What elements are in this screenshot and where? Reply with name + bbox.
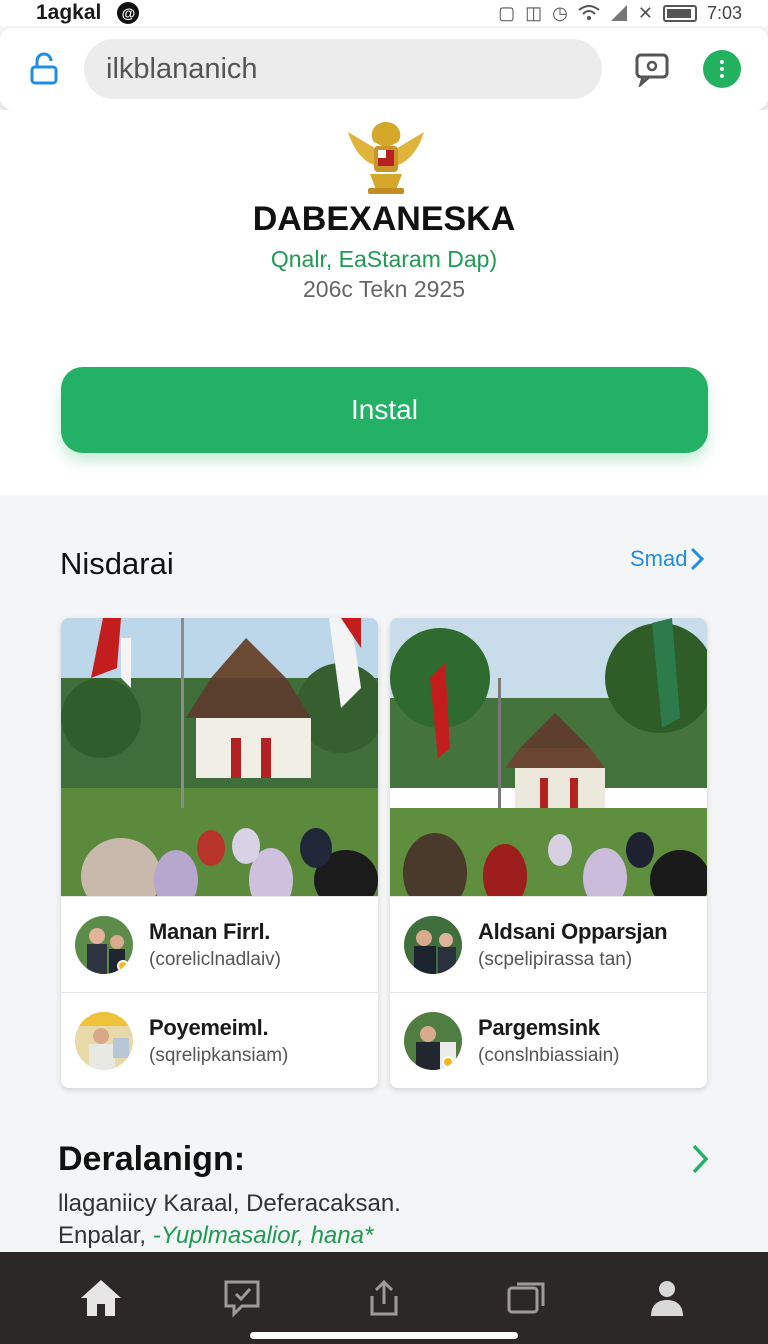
status-bar: 1agkal @ ▢ ◫ ◷ ✕ 7:03 — [0, 0, 768, 26]
online-indicator — [117, 959, 129, 972]
install-button[interactable]: Instal — [61, 367, 708, 453]
section-title: Nisdarai — [60, 546, 174, 581]
person-row[interactable]: Manan Firrl. (coreliclnadlaiv) — [61, 896, 378, 992]
feedback-icon[interactable] — [212, 1268, 272, 1328]
status-left: 1agkal @ — [36, 1, 140, 25]
event-photo — [390, 618, 707, 896]
signal-icon — [610, 5, 627, 21]
person-name: Manan Firrl. — [149, 918, 271, 944]
event-photo — [61, 618, 378, 896]
app-header: DABEXANESKA Qnalr, EaStaram Dap) 206c Te… — [0, 110, 768, 495]
carrier-label: 1agkal — [36, 1, 102, 24]
home-icon[interactable] — [71, 1268, 131, 1328]
wifi-icon — [578, 5, 600, 20]
clock: 7:03 — [706, 2, 742, 23]
person-text: Manan Firrl. (coreliclnadlaiv) — [149, 919, 281, 971]
garuda-emblem-icon — [348, 122, 424, 194]
share-icon[interactable] — [354, 1268, 414, 1328]
battery-icon — [662, 4, 697, 22]
description-title: Deralanign: — [58, 1140, 246, 1178]
app-title: DABEXANESKA — [252, 200, 516, 238]
avatar — [75, 915, 133, 974]
home-indicator — [250, 1332, 518, 1339]
chevron-right-icon[interactable] — [690, 1142, 710, 1176]
person-name: Pargemsink — [478, 1014, 600, 1040]
event-card[interactable]: Manan Firrl. (coreliclnadlaiv) Poyemeiml… — [61, 618, 378, 1088]
avatar — [75, 1011, 133, 1070]
person-row[interactable]: Poyemeiml. (sqrelipkansiam) — [61, 992, 378, 1088]
person-role: (sqrelipkansiam) — [149, 1044, 289, 1066]
description-link[interactable]: -Yuplmasalior, hana* — [153, 1222, 374, 1249]
person-name: Aldsani Opparsjan — [478, 918, 668, 944]
see-all-link[interactable]: Smad — [630, 546, 705, 572]
status-right: ▢ ◫ ◷ ✕ 7:03 — [498, 3, 742, 24]
vibrate-icon: ◫ — [525, 2, 543, 23]
chat-icon[interactable] — [634, 51, 670, 87]
browser-bar: ilkblananich — [0, 28, 768, 110]
no-sim-icon: ✕ — [637, 2, 653, 23]
chevron-right-icon — [691, 547, 705, 571]
description-text: llaganiicy Karaal, Deferacaksan. — [58, 1190, 401, 1217]
person-row[interactable]: Pargemsink (conslnbiassiain) — [390, 992, 707, 1088]
description-prefix: Enpalar, — [58, 1222, 153, 1249]
notification-icon: @ — [117, 2, 140, 24]
app-subtitle: Qnalr, EaStaram Dap) — [270, 246, 498, 272]
online-indicator — [442, 1055, 454, 1068]
dnd-icon: ▢ — [498, 2, 516, 23]
bottom-nav — [0, 1252, 768, 1344]
event-card[interactable]: Aldsani Opparsjan (scpelipirassa tan) Pa… — [390, 618, 707, 1088]
description-text-2: Enpalar, -Yuplmasalior, hana* — [58, 1222, 373, 1250]
url-field[interactable]: ilkblananich — [84, 39, 602, 99]
menu-dots-icon[interactable] — [703, 50, 741, 88]
windows-icon[interactable] — [496, 1268, 556, 1328]
person-text: Aldsani Opparsjan (scpelipirassa tan) — [478, 918, 668, 971]
see-all-label: Smad — [630, 546, 688, 571]
lock-icon[interactable] — [26, 51, 62, 87]
person-role: (scpelipirassa tan) — [478, 948, 633, 970]
person-role: (conslnbiassiain) — [478, 1044, 620, 1066]
person-text: Poyemeiml. (sqrelipkansiam) — [149, 1015, 288, 1067]
avatar — [404, 1011, 462, 1070]
person-row[interactable]: Aldsani Opparsjan (scpelipirassa tan) — [390, 896, 707, 992]
person-role: (coreliclnadlaiv) — [149, 948, 281, 970]
alarm-icon: ◷ — [552, 2, 568, 23]
person-text: Pargemsink (conslnbiassiain) — [478, 1015, 620, 1067]
person-name: Poyemeiml. — [149, 1014, 269, 1040]
url-text: ilkblananich — [106, 52, 258, 85]
profile-icon[interactable] — [637, 1268, 697, 1328]
app-meta: 206c Tekn 2925 — [303, 276, 465, 302]
avatar — [404, 915, 462, 974]
